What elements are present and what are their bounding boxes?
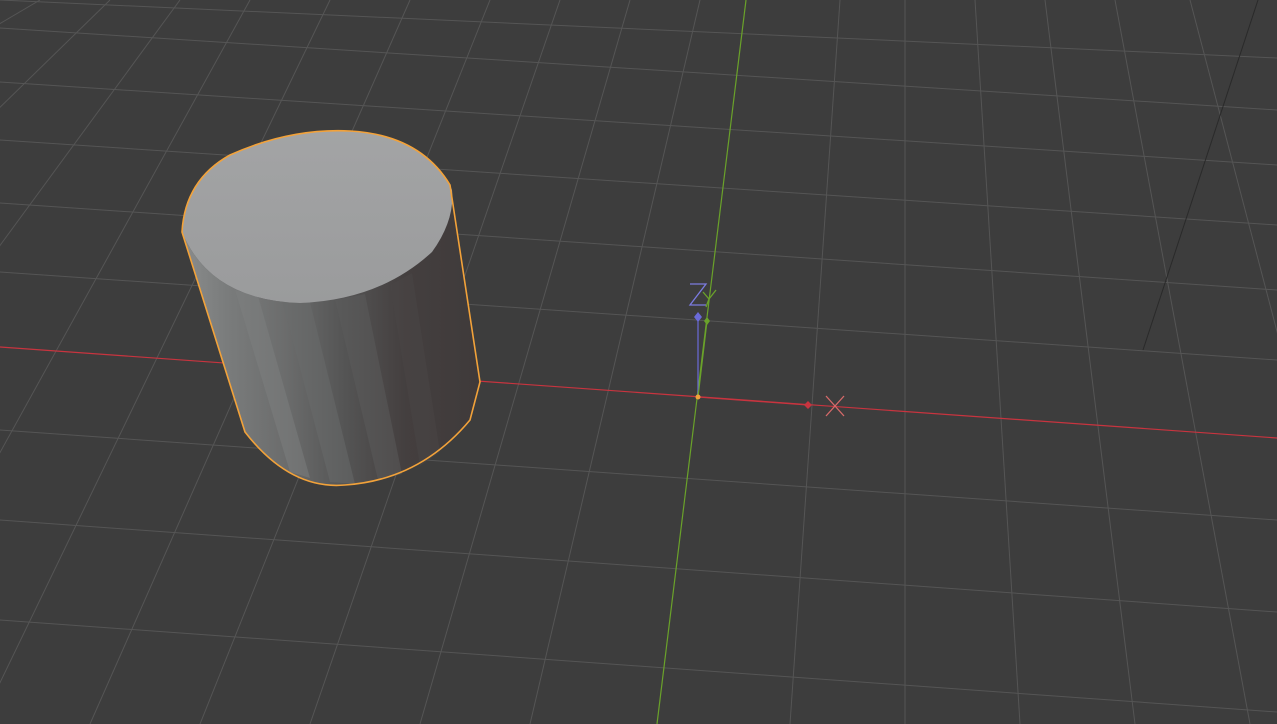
empty-axes-icon[interactable] bbox=[688, 283, 845, 417]
floor-grid bbox=[0, 0, 1277, 724]
viewport-canvas[interactable] bbox=[0, 0, 1277, 724]
y-axis-line bbox=[656, 0, 747, 724]
3d-viewport[interactable] bbox=[0, 0, 1277, 724]
x-axis-line bbox=[0, 346, 1277, 439]
cylinder-object[interactable] bbox=[181, 129, 481, 487]
z-axis-letter bbox=[688, 283, 708, 306]
